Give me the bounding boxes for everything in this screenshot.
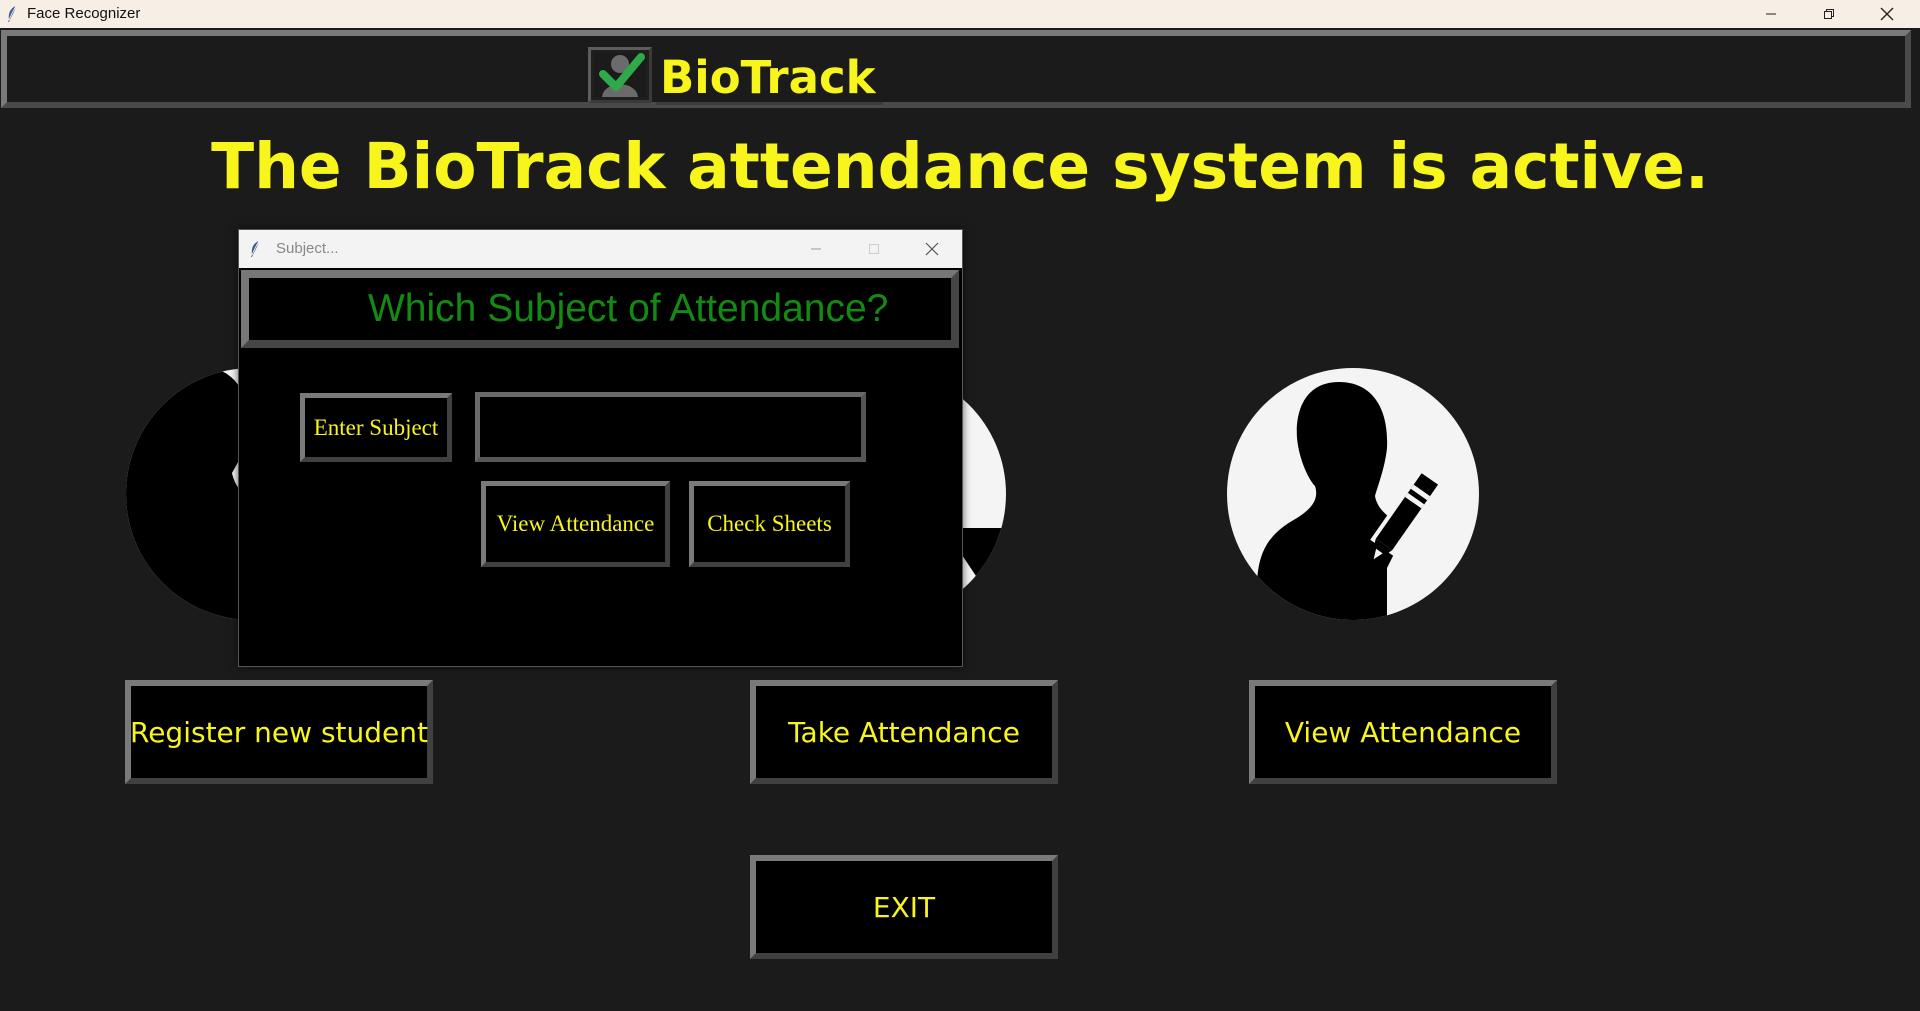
checkmark-person-icon xyxy=(594,53,646,97)
minimize-icon xyxy=(1766,13,1776,15)
maximize-icon xyxy=(869,244,879,254)
enter-subject-button[interactable]: Enter Subject xyxy=(300,393,452,462)
app-name: BioTrack xyxy=(660,51,876,104)
register-new-student-button[interactable]: Register new student xyxy=(125,680,433,784)
dialog-view-attendance-button[interactable]: View Attendance xyxy=(481,481,670,567)
brand-label-box: BioTrack xyxy=(656,47,883,105)
exit-button[interactable]: EXIT xyxy=(750,855,1058,959)
subject-dialog: Subject... Which Subject of Attendance? … xyxy=(238,229,963,667)
status-headline: The BioTrack attendance system is active… xyxy=(211,130,1709,203)
feather-icon xyxy=(8,5,17,22)
window-title: Face Recognizer xyxy=(27,5,141,22)
view-attendance-avatar xyxy=(1227,368,1479,620)
header-banner xyxy=(1,30,1911,108)
dialog-heading: Which Subject of Attendance? xyxy=(368,287,889,330)
dialog-minimize-button[interactable] xyxy=(787,230,845,268)
close-button[interactable] xyxy=(1858,0,1916,28)
dialog-close-button[interactable] xyxy=(903,230,961,268)
window-titlebar: Face Recognizer xyxy=(0,0,1920,28)
view-attendance-button[interactable]: View Attendance xyxy=(1249,680,1557,784)
dialog-titlebar: Subject... xyxy=(239,230,962,268)
close-icon xyxy=(1880,7,1894,21)
restore-icon xyxy=(1824,9,1834,19)
minimize-icon xyxy=(811,248,821,250)
restore-button[interactable] xyxy=(1800,0,1858,28)
dialog-title: Subject... xyxy=(276,240,339,257)
take-attendance-button[interactable]: Take Attendance xyxy=(750,680,1058,784)
dialog-maximize-button[interactable] xyxy=(845,230,903,268)
check-sheets-button[interactable]: Check Sheets xyxy=(689,481,850,567)
feather-icon xyxy=(251,240,260,257)
dialog-heading-box: Which Subject of Attendance? xyxy=(241,270,959,348)
logo xyxy=(588,47,652,103)
person-edit-icon xyxy=(1257,382,1444,620)
subject-input[interactable] xyxy=(475,392,866,462)
minimize-button[interactable] xyxy=(1742,0,1800,28)
close-icon xyxy=(925,242,939,256)
